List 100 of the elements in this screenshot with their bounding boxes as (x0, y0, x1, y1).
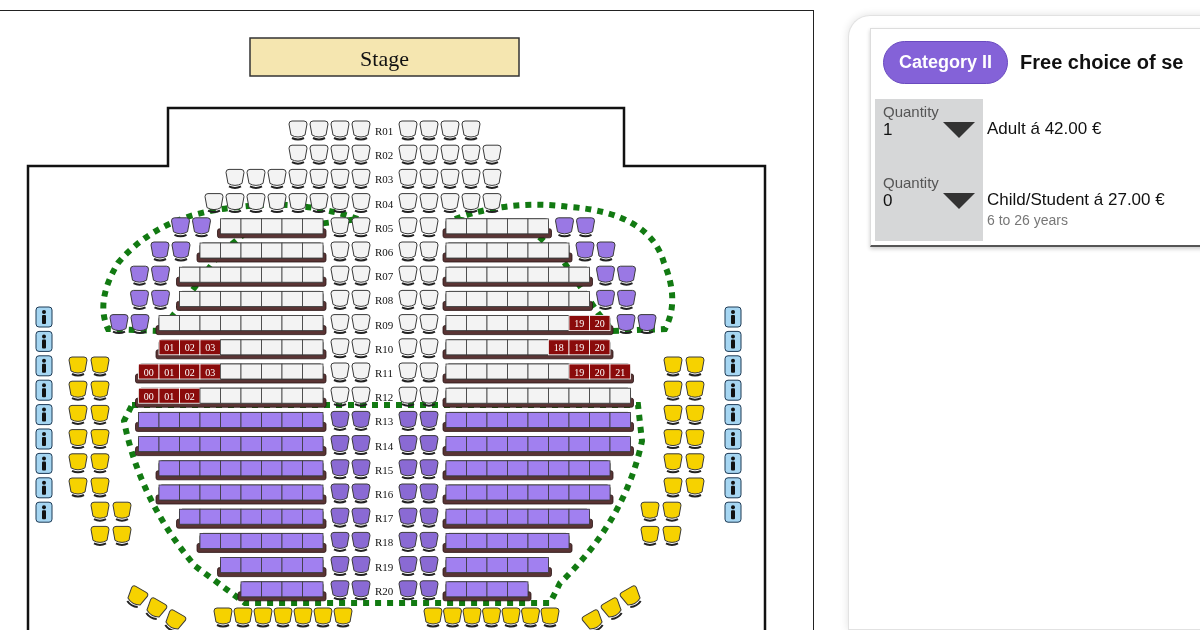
seat[interactable] (685, 429, 705, 450)
seat[interactable] (302, 242, 324, 259)
seat[interactable] (302, 387, 324, 404)
seat[interactable] (351, 241, 371, 262)
seat[interactable] (419, 120, 439, 141)
seat[interactable] (419, 338, 439, 359)
seat[interactable] (527, 315, 549, 331)
seat[interactable] (240, 242, 262, 259)
seat[interactable] (398, 459, 418, 480)
wheelchair-place-icon[interactable] (724, 404, 742, 426)
seat[interactable] (240, 339, 262, 356)
seat[interactable] (609, 387, 631, 404)
seat[interactable] (663, 453, 683, 474)
seat[interactable] (204, 193, 224, 214)
seat[interactable] (351, 483, 371, 504)
seat[interactable] (589, 387, 611, 404)
seat[interactable] (445, 339, 467, 356)
seat[interactable] (302, 266, 324, 283)
seat[interactable] (445, 363, 467, 380)
seat[interactable] (575, 241, 595, 262)
seat[interactable] (663, 429, 683, 450)
seat[interactable] (663, 477, 683, 498)
seat[interactable] (462, 607, 482, 628)
seat[interactable] (261, 291, 283, 307)
seat[interactable] (486, 218, 508, 235)
seat[interactable] (68, 380, 88, 401)
seat[interactable] (330, 507, 350, 528)
seat[interactable] (220, 266, 242, 283)
seat[interactable] (171, 241, 191, 262)
seat[interactable] (461, 120, 481, 141)
seat[interactable] (233, 607, 253, 628)
seat[interactable] (330, 556, 350, 577)
seat[interactable] (548, 363, 570, 380)
seat[interactable] (419, 362, 439, 383)
seat[interactable] (330, 289, 350, 310)
seat[interactable] (288, 144, 308, 165)
seat[interactable] (90, 356, 110, 377)
seat[interactable] (330, 120, 350, 141)
seat[interactable] (640, 525, 660, 546)
seat[interactable] (302, 218, 324, 235)
seat[interactable] (281, 266, 303, 283)
wheelchair-place-icon[interactable] (35, 379, 53, 401)
seat[interactable] (330, 435, 350, 456)
seat[interactable] (330, 386, 350, 407)
seat[interactable] (398, 338, 418, 359)
seat[interactable] (199, 242, 221, 259)
seat[interactable] (507, 339, 529, 356)
seat[interactable] (333, 607, 353, 628)
seat[interactable] (419, 265, 439, 286)
seat[interactable] (527, 339, 549, 356)
seat[interactable] (351, 265, 371, 286)
seat[interactable] (220, 242, 242, 259)
seat[interactable] (445, 266, 467, 283)
seat[interactable] (220, 218, 242, 235)
seat[interactable] (482, 168, 502, 189)
seat[interactable] (130, 289, 149, 310)
seat[interactable] (330, 168, 350, 189)
seat[interactable] (330, 217, 350, 238)
seat[interactable] (419, 459, 439, 480)
seat[interactable] (486, 363, 508, 380)
seat[interactable] (507, 266, 529, 283)
seat[interactable] (330, 265, 350, 286)
seat[interactable] (220, 387, 242, 404)
seat[interactable] (281, 387, 303, 404)
seat[interactable] (419, 168, 439, 189)
seat[interactable] (507, 315, 529, 331)
seat[interactable] (685, 477, 705, 498)
seat[interactable] (419, 289, 439, 310)
seat[interactable] (90, 429, 110, 450)
seat[interactable] (440, 120, 460, 141)
seat[interactable] (199, 315, 221, 331)
seat[interactable] (617, 289, 636, 310)
seat[interactable] (466, 363, 488, 380)
wheelchair-place-icon[interactable] (724, 306, 742, 328)
seat[interactable] (267, 193, 287, 214)
seat[interactable] (130, 265, 149, 286)
seat[interactable] (213, 607, 233, 628)
seat[interactable] (419, 241, 439, 262)
wheelchair-place-icon[interactable] (35, 355, 53, 377)
seat[interactable] (151, 289, 170, 310)
seat[interactable] (555, 217, 574, 238)
quantity-select[interactable]: Quantity 1 (875, 99, 983, 170)
seat[interactable] (199, 266, 221, 283)
seat[interactable] (619, 585, 642, 609)
seat[interactable] (398, 217, 418, 238)
seat[interactable] (440, 168, 460, 189)
seat[interactable] (548, 315, 570, 331)
seat[interactable] (253, 607, 273, 628)
seat[interactable] (486, 387, 508, 404)
seat[interactable] (662, 525, 682, 546)
seat[interactable] (527, 242, 549, 259)
seat[interactable] (261, 242, 283, 259)
seat[interactable] (461, 144, 481, 165)
wheelchair-place-icon[interactable] (35, 452, 53, 474)
seat[interactable] (507, 218, 529, 235)
wheelchair-place-icon[interactable] (35, 501, 53, 523)
seat[interactable] (240, 218, 262, 235)
seat[interactable] (663, 356, 683, 377)
quantity-select[interactable]: Quantity 0 (875, 170, 983, 241)
wheelchair-place-icon[interactable] (724, 379, 742, 401)
